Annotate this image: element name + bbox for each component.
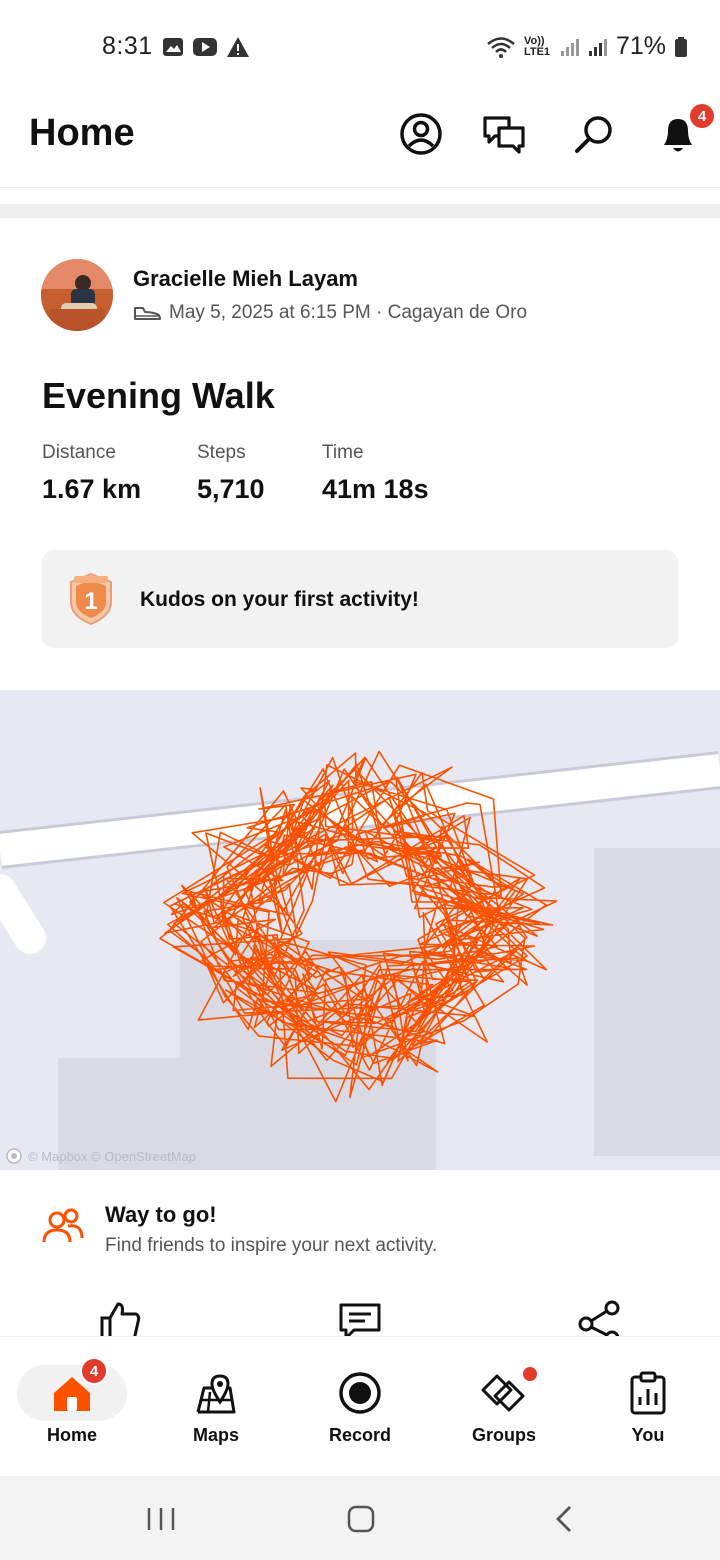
activity-meta: May 5, 2025 at 6:15 PM · Cagayan de Oro [133,302,527,324]
stat-label: Distance [42,442,116,463]
stat-time: Time 41m 18s [322,442,429,505]
nav-record-label: Record [328,1425,391,1445]
shoe-icon [134,307,161,320]
nav-record[interactable]: Record [288,1337,432,1477]
map-canvas [0,690,720,1170]
suggestion-title: Way to go! [105,1202,217,1227]
status-notification-icons [162,36,250,58]
status-system-icons: Vo)) LTE1 71% [486,32,688,61]
battery-percent: 71% [615,32,666,60]
section-divider [0,204,720,218]
back-icon[interactable] [552,1504,576,1534]
stat-steps: Steps 5,710 [197,442,265,505]
badge-number: 1 [84,588,97,615]
share-icon[interactable] [578,1300,622,1340]
status-bar: 8:31 Vo)) LTE1 71% [0,0,720,92]
warning-icon [227,37,249,57]
map-icon [196,1374,236,1414]
nav-you[interactable]: You [576,1337,720,1477]
groups-dot [523,1367,537,1381]
status-time: 8:31 [102,32,153,60]
battery-icon [675,36,687,57]
mapbox-logo-icon [6,1148,22,1164]
nav-maps[interactable]: Maps [144,1337,288,1477]
signal-icon-2 [588,38,607,56]
network-type-label: Vo)) LTE1 [523,34,551,58]
you-clipboard-icon [630,1371,666,1415]
kudos-banner[interactable]: 1 Kudos on your first activity! [42,550,678,648]
map-attribution-text: © Mapbox © OpenStreetMap [28,1148,197,1164]
avatar-image [41,259,113,331]
wifi-icon [487,36,515,58]
nav-maps-label: Maps [192,1425,239,1445]
profile-button[interactable] [397,110,445,158]
nav-you-label: You [631,1425,665,1445]
activity-title[interactable]: Evening Walk [42,375,275,417]
chat-icon [483,116,525,154]
kudos-thumb-icon[interactable] [98,1300,142,1340]
stat-label: Steps [197,442,246,463]
groups-icon [481,1374,525,1412]
nav-home-label: Home [46,1425,97,1445]
stat-value: 1.67 km [42,474,142,504]
messages-button[interactable] [480,110,528,158]
friends-icon [42,1208,84,1243]
record-icon [339,1372,381,1414]
home-badge: 4 [80,1357,108,1385]
activity-map[interactable]: © Mapbox © OpenStreetMap [0,690,720,1170]
search-icon [575,116,612,153]
system-navigation-bar [0,1476,720,1560]
map-attribution[interactable]: © Mapbox © OpenStreetMap [6,1148,196,1164]
suggestion-subtitle[interactable]: Find friends to inspire your next activi… [105,1235,437,1257]
nav-groups[interactable]: Groups [432,1337,576,1477]
home-system-icon[interactable] [346,1504,376,1534]
gallery-icon [163,38,183,56]
athlete-name[interactable]: Gracielle Mieh Layam [133,266,358,292]
athlete-avatar[interactable] [41,259,113,331]
signal-icon [560,38,579,56]
bottom-navigation: Home 4 Maps Record Groups You [0,1336,720,1476]
kudos-text: Kudos on your first activity! [140,588,419,611]
notifications-button[interactable]: 4 [654,102,716,158]
youtube-icon [193,38,217,56]
comment-icon[interactable] [338,1300,382,1340]
stat-value: 41m 18s [322,474,429,504]
page-title: Home [29,112,135,154]
app-header: Home 4 [0,92,720,188]
stat-label: Time [322,442,364,463]
first-activity-badge-icon: 1 [70,572,112,626]
activity-datetime-location: May 5, 2025 at 6:15 PM · Cagayan de Oro [169,302,528,323]
stat-value: 5,710 [197,474,265,504]
notification-badge: 4 [688,102,716,130]
stat-distance: Distance 1.67 km [42,442,141,505]
recent-apps-icon[interactable] [146,1506,176,1532]
nav-home[interactable]: Home 4 [0,1337,144,1477]
profile-icon [400,113,442,155]
search-button[interactable] [570,110,618,158]
nav-groups-label: Groups [471,1425,536,1445]
